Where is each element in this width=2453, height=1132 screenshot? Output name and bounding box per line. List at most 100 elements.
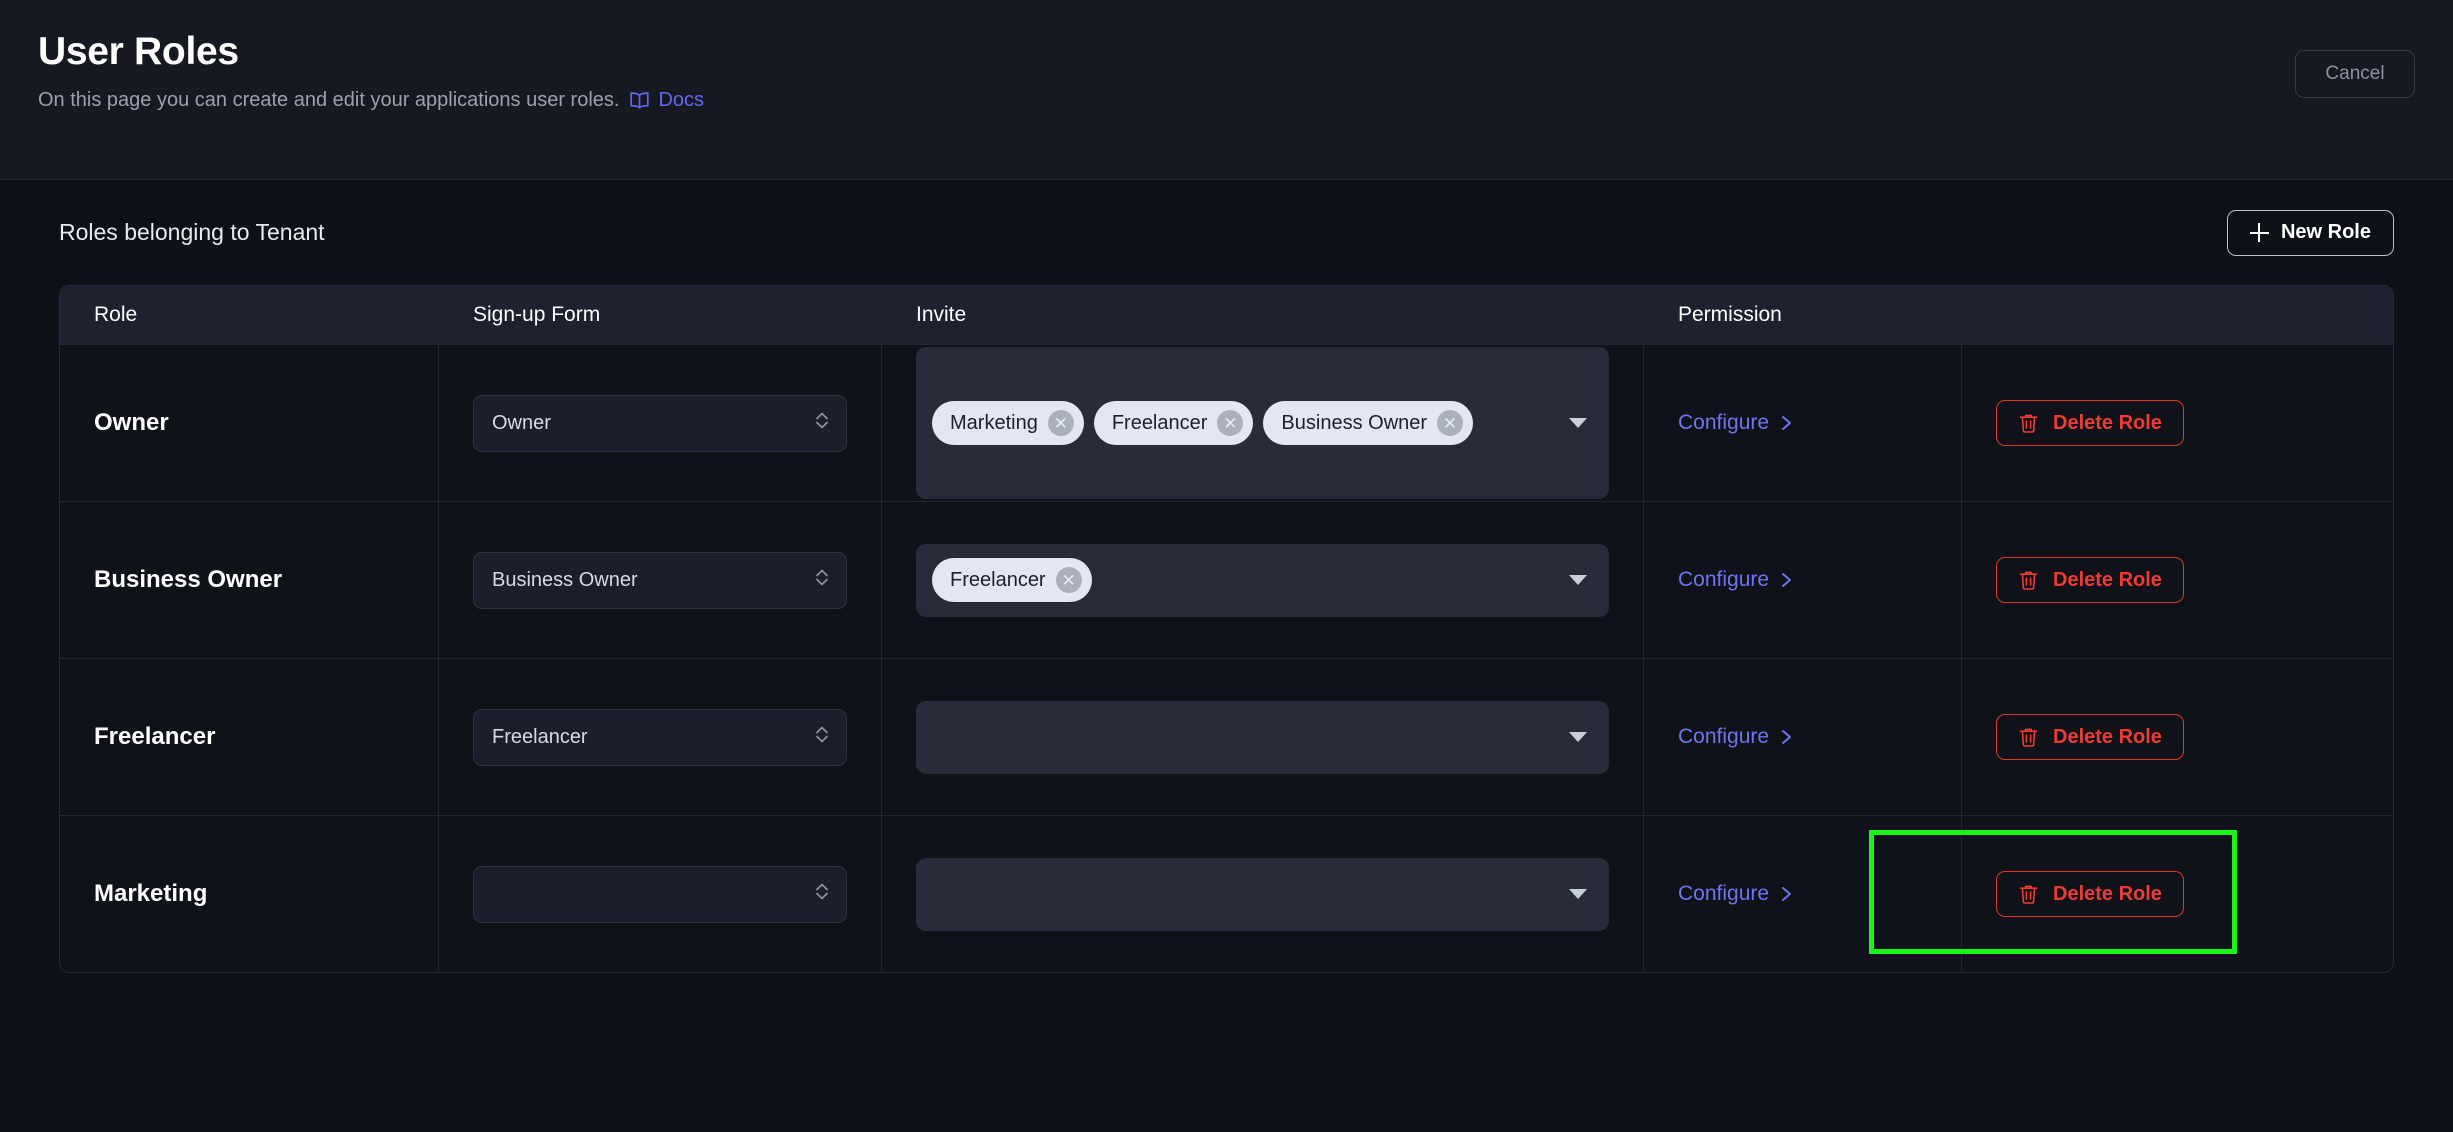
- invite-cell: Freelancer ✕: [881, 502, 1643, 658]
- invite-chip[interactable]: Business Owner ✕: [1263, 401, 1474, 445]
- chip-remove-icon[interactable]: ✕: [1055, 567, 1082, 593]
- table-row: Marketing Configure Delete Role: [60, 815, 2393, 972]
- signup-form-value: Business Owner: [492, 568, 638, 591]
- role-name-cell: Marketing: [60, 816, 438, 972]
- invite-cell: [881, 659, 1643, 815]
- configure-link[interactable]: Configure: [1678, 882, 1793, 906]
- signup-form-cell: Business Owner: [438, 502, 881, 658]
- delete-role-button-label: Delete Role: [2053, 725, 2162, 748]
- delete-role-button[interactable]: Delete Role: [1996, 557, 2184, 603]
- signup-form-select[interactable]: [473, 865, 847, 923]
- signup-form-select[interactable]: Freelancer: [473, 708, 847, 766]
- chevron-down-icon[interactable]: [1569, 418, 1587, 428]
- configure-link[interactable]: Configure: [1678, 568, 1793, 592]
- invite-cell: [881, 816, 1643, 972]
- chevron-updown-icon: [814, 409, 830, 438]
- invite-multiselect[interactable]: Marketing ✕ Freelancer ✕ Business Owner …: [916, 347, 1609, 499]
- signup-form-value: Owner: [492, 411, 551, 434]
- signup-form-cell: Freelancer: [438, 659, 881, 815]
- chip-remove-icon[interactable]: ✕: [1437, 410, 1464, 436]
- configure-link[interactable]: Configure: [1678, 411, 1793, 435]
- section-bar: Roles belonging to Tenant New Role: [38, 180, 2415, 285]
- invite-cell: Marketing ✕ Freelancer ✕ Business Owner …: [881, 345, 1643, 501]
- invite-chip-label: Freelancer: [950, 568, 1046, 591]
- trash-icon: [2019, 414, 2038, 433]
- chip-remove-icon[interactable]: ✕: [1217, 410, 1244, 436]
- permission-cell: Configure: [1643, 659, 1961, 815]
- column-header-permission: Permission: [1643, 286, 1961, 344]
- role-name-cell: Freelancer: [60, 659, 438, 815]
- chip-remove-icon[interactable]: ✕: [1047, 410, 1074, 436]
- table-row: Business Owner Business Owner Freelancer: [60, 501, 2393, 658]
- invite-chip[interactable]: Freelancer ✕: [1093, 401, 1254, 445]
- delete-role-button[interactable]: Delete Role: [1996, 714, 2184, 760]
- invite-chip-label: Freelancer: [1111, 411, 1208, 434]
- delete-role-button[interactable]: Delete Role: [1996, 871, 2184, 917]
- table-header-row: Role Sign-up Form Invite Permission: [60, 286, 2393, 344]
- docs-link[interactable]: Docs: [629, 89, 704, 112]
- column-header-role: Role: [94, 303, 138, 326]
- actions-cell: Delete Role: [1869, 816, 2393, 972]
- permission-cell: Configure: [1643, 345, 1961, 501]
- docs-link-label: Docs: [658, 88, 705, 111]
- role-name-cell: Business Owner: [60, 502, 438, 658]
- signup-form-cell: [438, 816, 881, 972]
- chevron-updown-icon: [814, 723, 830, 752]
- permission-cell: Configure: [1643, 816, 1961, 972]
- page-subtitle-text: On this page you can create and edit you…: [38, 88, 620, 111]
- section-title: Roles belonging to Tenant: [59, 219, 325, 245]
- signup-form-select[interactable]: Owner: [473, 394, 847, 452]
- configure-link-label: Configure: [1678, 411, 1770, 434]
- book-open-icon: [629, 91, 650, 110]
- role-name: Marketing: [94, 880, 208, 907]
- chevron-right-icon: [1782, 573, 1792, 587]
- trash-icon: [2019, 571, 2038, 590]
- signup-form-value: Freelancer: [492, 725, 588, 748]
- new-role-button[interactable]: New Role: [2226, 209, 2394, 256]
- invite-chip[interactable]: Marketing ✕: [932, 401, 1084, 445]
- table-row: Freelancer Freelancer Configure Delete R…: [60, 658, 2393, 815]
- actions-cell: Delete Role: [1961, 659, 2393, 815]
- signup-form-cell: Owner: [438, 345, 881, 501]
- cancel-button[interactable]: Cancel: [2295, 50, 2415, 98]
- chevron-right-icon: [1782, 416, 1792, 430]
- actions-cell: Delete Role: [1961, 345, 2393, 501]
- chevron-updown-icon: [814, 566, 830, 595]
- content-area: Roles belonging to Tenant New Role Role …: [0, 180, 2453, 1132]
- delete-role-button-label: Delete Role: [2053, 411, 2162, 434]
- column-header-invite: Invite: [881, 286, 1643, 344]
- delete-role-button[interactable]: Delete Role: [1996, 400, 2184, 446]
- configure-link-label: Configure: [1678, 882, 1770, 905]
- chevron-down-icon[interactable]: [1569, 889, 1587, 899]
- plus-icon: [2249, 223, 2269, 242]
- column-header-actions: [1961, 286, 2393, 344]
- chevron-down-icon[interactable]: [1569, 732, 1587, 742]
- table-row: Owner Owner Marketing ✕ Freelancer ✕ Bus…: [60, 344, 2393, 501]
- invite-chip-label: Business Owner: [1281, 411, 1428, 434]
- invite-chip-label: Marketing: [950, 411, 1038, 434]
- configure-link[interactable]: Configure: [1678, 725, 1793, 749]
- page-title: User Roles: [38, 30, 239, 73]
- new-role-button-label: New Role: [2280, 221, 2371, 243]
- role-name: Freelancer: [94, 723, 216, 750]
- signup-form-select[interactable]: Business Owner: [473, 551, 847, 609]
- role-name: Owner: [94, 409, 169, 436]
- page-header: User Roles On this page you can create a…: [0, 0, 2453, 180]
- role-name-cell: Owner: [60, 345, 438, 501]
- role-name: Business Owner: [94, 566, 283, 593]
- roles-table: Role Sign-up Form Invite Permission Owne…: [59, 285, 2394, 973]
- trash-icon: [2019, 728, 2038, 747]
- page-subtitle: On this page you can create and edit you…: [38, 89, 2415, 112]
- invite-multiselect[interactable]: [916, 700, 1609, 774]
- chevron-right-icon: [1782, 887, 1792, 901]
- invite-multiselect[interactable]: [916, 857, 1609, 931]
- configure-link-label: Configure: [1678, 568, 1770, 591]
- chevron-down-icon[interactable]: [1569, 575, 1587, 585]
- delete-role-button-label: Delete Role: [2053, 882, 2162, 905]
- configure-link-label: Configure: [1678, 725, 1770, 748]
- chevron-right-icon: [1782, 730, 1792, 744]
- column-header-signup-form: Sign-up Form: [438, 286, 881, 344]
- invite-multiselect[interactable]: Freelancer ✕: [916, 543, 1609, 617]
- invite-chip[interactable]: Freelancer ✕: [932, 558, 1092, 602]
- trash-icon: [2019, 885, 2038, 904]
